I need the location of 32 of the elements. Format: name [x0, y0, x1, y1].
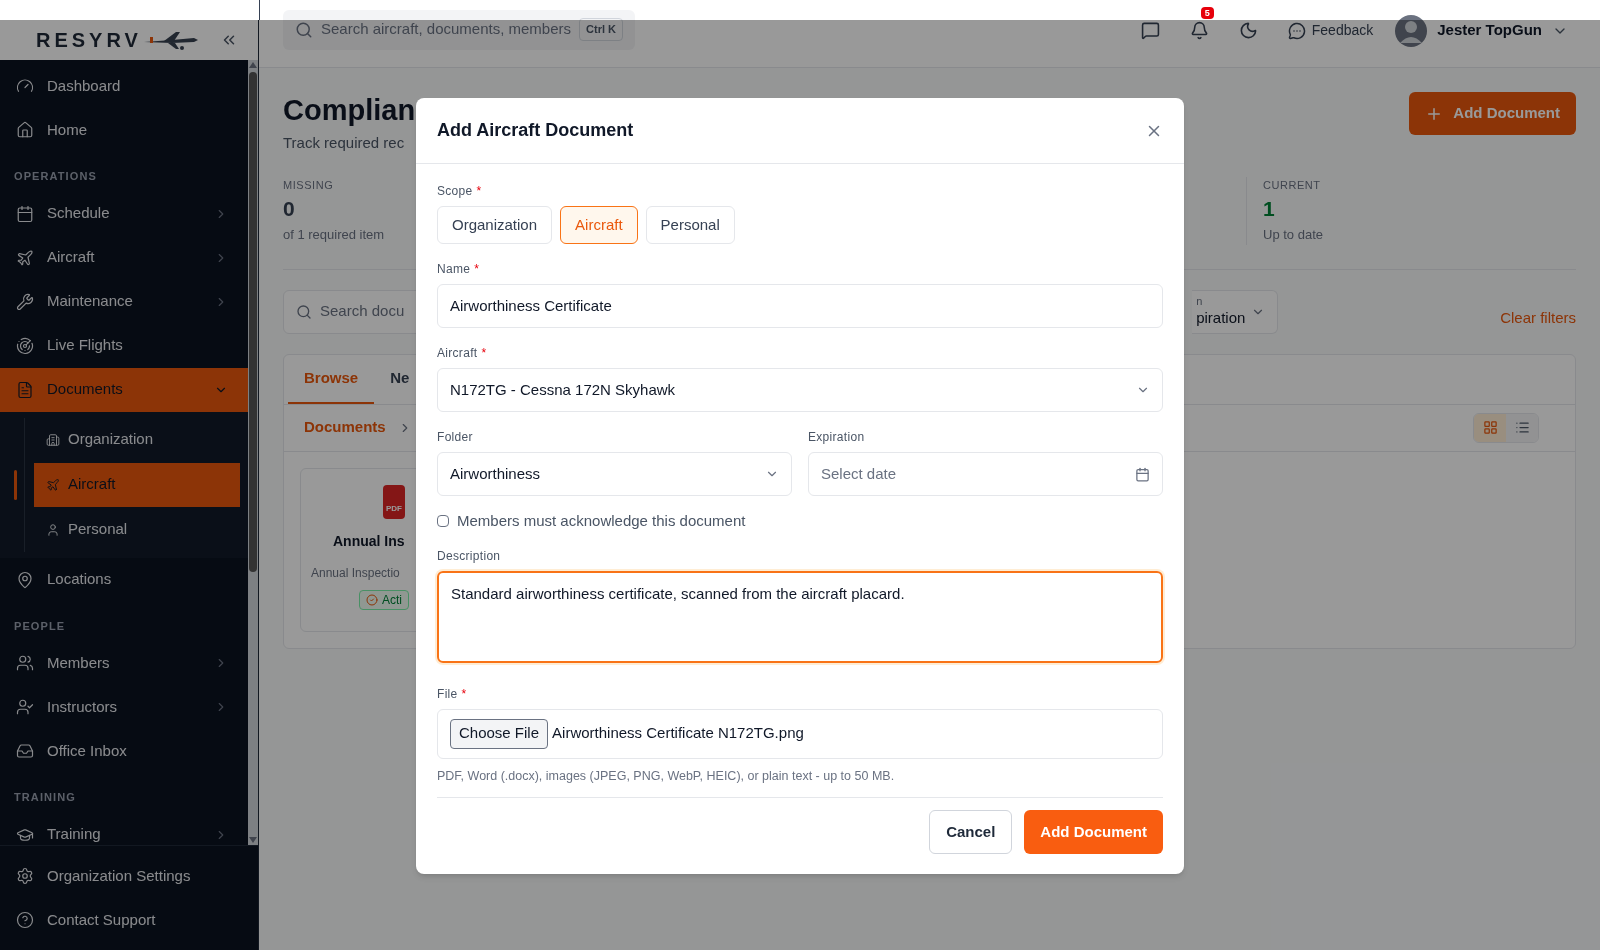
- field-label: Scope: [437, 183, 473, 200]
- field-label: Name: [437, 261, 471, 278]
- stat-value: 0: [283, 196, 295, 222]
- stat-label: CURRENT: [1263, 177, 1321, 193]
- stat-note: of 1 required item: [283, 226, 385, 244]
- required-mark: *: [476, 183, 482, 200]
- status-badge: Acti: [359, 589, 409, 610]
- stat-note: Up to date: [1263, 226, 1323, 244]
- section-label: TRAINING: [13, 790, 77, 805]
- field-label: File: [437, 685, 458, 703]
- checkbox-label: Members must acknowledge this document: [457, 511, 746, 531]
- field-label: Aircraft: [437, 345, 478, 362]
- document-subtitle: Annual Inspectio: [311, 564, 400, 582]
- document-title: Annual Ins: [333, 531, 405, 551]
- field-label: Description: [437, 547, 501, 565]
- stat-label: MISSING: [283, 177, 334, 193]
- pdf-file-icon: PDF: [383, 484, 405, 519]
- page-title: Complian: [283, 93, 416, 128]
- shortcut-hint: Ctrl K: [579, 18, 623, 41]
- dialog-title: Add Aircraft Document: [437, 119, 634, 142]
- page-subtitle: Track required rec: [283, 133, 405, 153]
- required-mark: *: [481, 345, 487, 362]
- file-hint: PDF, Word (.docx), images (JPEG, PNG, WebP, HEIC), or plain text - up to 50 MB.: [437, 767, 896, 785]
- section-label: OPERATIONS: [13, 169, 98, 184]
- section-label: PEOPLE: [13, 618, 67, 634]
- stat-value: 1: [1263, 196, 1275, 222]
- notification-count: 5: [1200, 7, 1214, 19]
- field-label: Folder: [437, 429, 473, 446]
- required-mark: *: [474, 261, 479, 278]
- required-mark: *: [461, 685, 467, 703]
- file-name: Airworthiness Certificate N172TG.png: [552, 723, 804, 744]
- field-label: Expiration: [808, 429, 865, 446]
